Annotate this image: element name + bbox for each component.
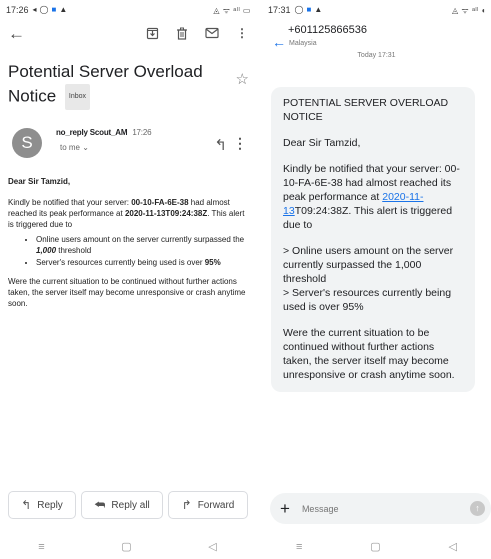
sender-name-text: no_reply Scout_AM [56,128,128,137]
cloud-icon: ▲ [314,5,323,14]
forward-label: Forward [197,499,235,511]
email-time: 17:26 [132,128,152,137]
contact-country: Malaysia [289,40,317,47]
message-composer: + ↑ [270,493,491,524]
forward-button[interactable]: ↱ Forward [168,491,248,519]
delete-icon[interactable] [175,26,189,40]
reply-all-button[interactable]: ⮪ Reply all [81,491,163,519]
navigation-icon: ◂ [32,5,37,14]
forward-icon: ↱ [181,498,192,512]
messages-screen: 17:31 ◯ ■ ▲ ◬ ᯤ ᵃˡˡ ◐ ← +601125866536 Ma… [262,0,491,559]
whatsapp-icon: ◯ [294,5,304,14]
list-item: Online users amount on the server curren… [36,234,247,256]
message-more-icon[interactable]: ⋮ [233,135,247,152]
email-toolbar: ← ⋮ [0,20,255,48]
status-system-icons: ◬ ᯤ ᵃˡˡ ▭ [213,6,251,15]
message-title: POTENTIAL SERVER OVERLOAD NOTICE [283,97,449,123]
recipient-details-toggle[interactable]: to me ⌄ [60,143,89,152]
back-arrow-icon[interactable]: ← [272,34,286,50]
system-nav-bar: ≡ ▢ ◁ [262,534,491,559]
email-closing: Were the current situation to be continu… [8,277,246,308]
message-closing: Were the current situation to be continu… [283,327,455,381]
sender-row: S no_reply Scout_AM 17:26 to me ⌄ ↰ ⋮ [0,124,255,164]
email-body: Dear Sir Tamzid, Kindly be notified that… [0,164,255,309]
message-date: Today 17:31 [357,52,396,59]
msg-reason-2: > Server's resources currently being use… [283,287,452,313]
status-notification-icons: ◂ ◯ ■ ▲ [33,6,68,14]
app-notification-icon: ■ [51,5,57,14]
back-icon[interactable]: ◁ [208,540,216,553]
status-bar: 17:26 ◂ ◯ ■ ▲ ◬ ᯤ ᵃˡˡ ▭ [0,0,255,20]
message-greeting: Dear Sir Tamzid, [283,137,361,149]
msg-p1-text-b: T09:24:38Z. This alert is triggered due … [283,205,453,231]
whatsapp-icon: ◯ [39,5,49,14]
user-threshold: 1,000 [36,246,57,255]
more-options-icon[interactable]: ⋮ [235,26,249,40]
p1-text-a: Kindly be notified that your server: [8,198,132,207]
recents-icon[interactable]: ≡ [38,541,44,553]
app-notification-icon: ■ [306,5,312,14]
msg-reason-1: > Online users amount on the server curr… [283,245,454,285]
subject-header: Potential Server Overload Notice Inbox ☆ [0,48,255,110]
inbox-label-chip[interactable]: Inbox [64,84,91,110]
status-notification-icons: ◯ ■ ▲ [295,6,323,14]
bullet2-text-a: Server's resources currently being used … [36,258,205,267]
reply-icon: ↰ [21,498,32,512]
alert-timestamp: 2020-11-13T09:24:38Z [124,209,208,218]
system-nav-bar: ≡ ▢ ◁ [0,534,255,559]
email-paragraph-1: Kindly be notified that your server: 00-… [8,197,247,230]
message-paragraph-1: Kindly be notified that your server: 00-… [283,162,463,232]
home-icon[interactable]: ▢ [121,540,131,553]
reply-button[interactable]: ↰ Reply [8,491,76,519]
sender-name: no_reply Scout_AM 17:26 [56,128,152,137]
star-icon[interactable]: ☆ [236,70,249,88]
bullet1-text-a: Online users amount on the server curren… [36,235,245,244]
back-arrow-icon[interactable]: ← [8,24,25,44]
add-attachment-icon[interactable]: + [280,499,290,519]
avatar[interactable]: S [12,128,42,158]
list-item: Server's resources currently being used … [36,257,247,268]
message-paragraph-2: > Online users amount on the server curr… [283,244,463,314]
mail-icon[interactable] [205,26,219,40]
home-icon[interactable]: ▢ [370,540,380,553]
reply-all-label: Reply all [111,499,150,511]
recents-icon[interactable]: ≡ [296,541,302,553]
server-id: 00-10-FA-6E-38 [131,198,189,207]
back-icon[interactable]: ◁ [449,540,457,553]
msg-p1-text-a: Kindly be notified that your server: 00-… [283,163,460,203]
reply-label: Reply [37,499,63,511]
bullet1-text-b: threshold [56,246,92,255]
email-subject-text: Potential Server Overload Notice [8,62,203,106]
email-action-buttons: ↰ Reply ⮪ Reply all ↱ Forward [8,491,248,519]
status-system-icons: ◬ ᯤ ᵃˡˡ ◐ [452,6,487,15]
email-greeting: Dear Sir Tamzid, [8,177,71,186]
gmail-screen: 17:26 ◂ ◯ ■ ▲ ◬ ᯤ ᵃˡˡ ▭ ← ⋮ Potential Se… [0,0,255,559]
message-input[interactable] [301,503,452,514]
conversation-header: ← +601125866536 Malaysia Today 17:31 [262,20,491,60]
alert-reasons-list: Online users amount on the server curren… [36,234,247,268]
message-bubble[interactable]: POTENTIAL SERVER OVERLOAD NOTICE Dear Si… [271,87,475,392]
archive-icon[interactable] [145,26,159,40]
resource-usage: 95% [204,258,221,267]
status-bar: 17:31 ◯ ■ ▲ ◬ ᯤ ᵃˡˡ ◐ [262,0,491,20]
status-time: 17:26 [6,5,29,15]
send-icon[interactable]: ↑ [470,501,485,516]
email-subject: Potential Server Overload Notice Inbox [8,60,226,110]
status-time: 17:31 [268,5,291,15]
reply-icon[interactable]: ↰ [214,136,227,154]
cloud-icon: ▲ [59,5,68,14]
reply-all-icon: ⮪ [94,497,106,512]
contact-number[interactable]: +601125866536 [288,24,367,36]
